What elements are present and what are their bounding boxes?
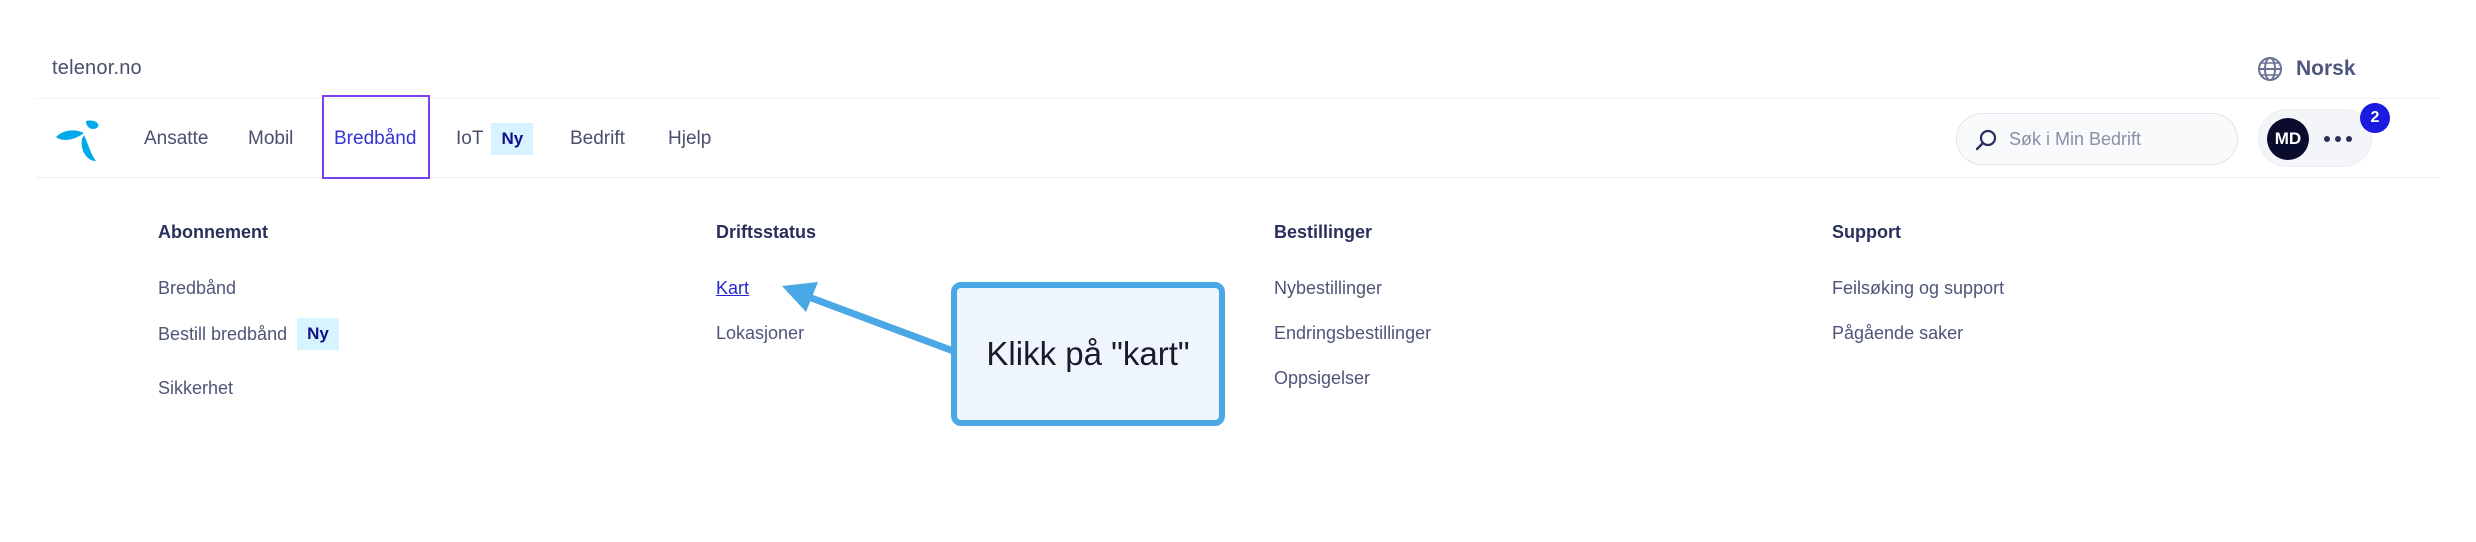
- menu-heading: Driftsstatus: [716, 222, 817, 242]
- menu-heading: Support: [1832, 222, 1901, 242]
- globe-icon: [2258, 57, 2282, 81]
- menu-link-feilsoking[interactable]: Feilsøking og support: [1832, 278, 2004, 299]
- menu-column-abonnement: Abonnement Bredbånd Bestill bredbånd Ny …: [158, 222, 339, 398]
- search-box[interactable]: [1956, 113, 2238, 165]
- menu-link-oppsigelser[interactable]: Oppsigelser: [1274, 368, 1370, 389]
- nav-item-hjelp[interactable]: Hjelp: [668, 99, 711, 179]
- nav-item-mobil[interactable]: Mobil: [248, 99, 293, 179]
- nav-item-bedrift[interactable]: Bedrift: [570, 99, 625, 179]
- nav-item-iot[interactable]: IoT Ny: [456, 99, 534, 179]
- main-nav: Ansatte Mobil Bredbånd IoT Ny Bedrift Hj…: [36, 95, 2440, 179]
- menu-heading: Bestillinger: [1274, 222, 1373, 242]
- new-badge: Ny: [297, 318, 339, 350]
- search-icon: [1975, 129, 1997, 151]
- nav-item-ansatte[interactable]: Ansatte: [144, 99, 208, 179]
- nav-item-iot-label: IoT: [456, 128, 484, 149]
- site-link[interactable]: telenor.no: [52, 57, 142, 80]
- language-label: Norsk: [2296, 57, 2356, 80]
- menu-link-pagaende-saker[interactable]: Pågående saker: [1832, 323, 1963, 344]
- menu-link-bestill-bredband[interactable]: Bestill bredbånd Ny: [158, 318, 339, 350]
- menu-heading: Abonnement: [158, 222, 268, 242]
- annotation-callout: Klikk på "kart": [951, 282, 1225, 426]
- more-dots-icon: [2324, 136, 2352, 142]
- menu-column-driftsstatus: Driftsstatus Kart Lokasjoner: [716, 222, 817, 343]
- menu-link-sikkerhet[interactable]: Sikkerhet: [158, 378, 233, 399]
- new-badge: Ny: [491, 123, 534, 155]
- menu-column-support: Support Feilsøking og support Pågående s…: [1832, 222, 2004, 343]
- menu-link-bredband[interactable]: Bredbånd: [158, 278, 236, 299]
- language-selector[interactable]: Norsk: [2256, 55, 2356, 83]
- menu-link-kart[interactable]: Kart: [716, 278, 749, 299]
- menu-column-bestillinger: Bestillinger Nybestillinger Endringsbest…: [1274, 222, 1431, 388]
- user-menu-button[interactable]: MD: [2258, 109, 2372, 167]
- top-bar: telenor.no Norsk: [0, 0, 2476, 98]
- menu-link-endringsbestillinger[interactable]: Endringsbestillinger: [1274, 323, 1431, 344]
- annotation-arrow-icon: [782, 282, 960, 356]
- menu-link-label: Bestill bredbånd: [158, 323, 288, 344]
- notification-badge: 2: [2360, 103, 2390, 133]
- menu-link-nybestillinger[interactable]: Nybestillinger: [1274, 278, 1382, 299]
- search-input[interactable]: [2009, 124, 2219, 154]
- avatar: MD: [2267, 118, 2309, 160]
- nav-item-bredband[interactable]: Bredbånd: [334, 99, 416, 179]
- telenor-logo-icon[interactable]: [54, 117, 106, 163]
